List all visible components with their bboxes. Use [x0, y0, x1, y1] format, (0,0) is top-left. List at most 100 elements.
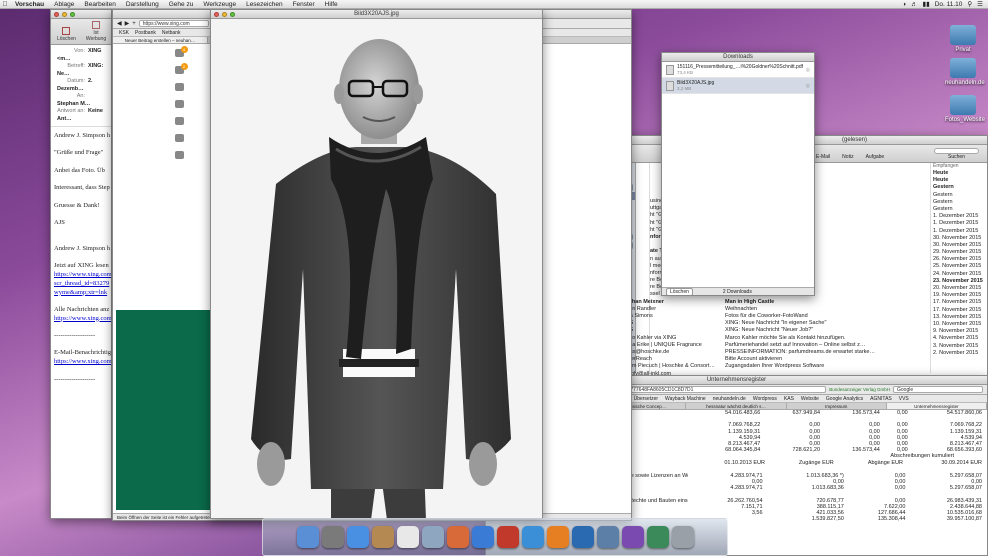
message-row[interactable]: Stephan Meixner Man in High Castle	[620, 299, 930, 306]
google-search-field[interactable]: Google	[893, 386, 983, 393]
close-button[interactable]	[214, 12, 219, 17]
inbox-icon[interactable]: 4	[174, 46, 188, 57]
message-row[interactable]: CleverReach Bitte Account aktivieren	[620, 356, 930, 363]
dock-safari-icon[interactable]	[521, 526, 544, 548]
bookmark-item[interactable]: VVS	[899, 396, 909, 402]
message-row[interactable]: XINGXING: Neue Nachricht "In eigener Sac…	[620, 320, 930, 327]
browser-tab[interactable]: Unternehmensregister	[886, 403, 987, 409]
bookmark-item[interactable]: Website	[801, 396, 819, 402]
message-sender: Stephan Meixner	[620, 298, 665, 305]
menu-gehe-zu[interactable]: Gehe zu	[164, 1, 199, 8]
volume-icon[interactable]: ♬	[911, 1, 918, 8]
bookmark-item[interactable]: Wayback Machine	[665, 396, 706, 402]
bookmark-item[interactable]: Wordpress	[753, 396, 777, 402]
body-link[interactable]: https://www.xing.com	[54, 358, 111, 367]
zoom-button[interactable]	[70, 12, 75, 17]
clear-downloads-button[interactable]: Löschen	[666, 287, 693, 295]
menu-app[interactable]: Vorschau	[10, 1, 49, 8]
clock[interactable]: Do. 11.10	[935, 1, 963, 8]
search-icon[interactable]: ⚲	[967, 0, 972, 8]
message-row[interactable]: Anna Simons Fotos für die Coworker-FotoWa…	[620, 313, 930, 320]
more-icon[interactable]	[174, 151, 184, 159]
desktop-folder-neuhandeln[interactable]: neuhandeln.de	[945, 58, 985, 86]
share-icon[interactable]	[174, 100, 184, 108]
reveal-icon[interactable]: ◎	[806, 83, 810, 89]
zoom-button[interactable]	[230, 12, 235, 17]
message-row[interactable]: s.sass@hoschke.de PRESSEINFORMATION: parf…	[620, 349, 930, 356]
dock-papierkorb-icon[interactable]	[671, 526, 694, 548]
list-icon[interactable]: ☰	[977, 0, 983, 8]
browser-tab[interactable]: Impressum	[787, 403, 887, 409]
message-row[interactable]: XINGXING: Neue Nachricht "Neuer Job?"	[620, 327, 930, 334]
bookmark-netbank[interactable]: Netbank	[162, 30, 181, 36]
menu-bearbeiten[interactable]: Bearbeiten	[79, 1, 120, 8]
dock-nvu-icon[interactable]	[621, 526, 644, 548]
desktop-folder-fotos-website[interactable]: Fotos_Website	[945, 95, 985, 123]
note-button[interactable]: Notiz	[842, 154, 853, 160]
body-link[interactable]: scr_thread_id=83279	[54, 280, 109, 289]
dock-kalender-icon[interactable]	[396, 526, 419, 548]
battery-icon[interactable]: ▮▮	[923, 0, 930, 8]
reveal-icon[interactable]: ◎	[806, 67, 810, 73]
body-link[interactable]: https://www.xing.com	[54, 315, 111, 324]
back-icon[interactable]: ◀	[117, 20, 122, 27]
menu-ablage[interactable]: Ablage	[49, 1, 79, 8]
dock-mail-icon[interactable]	[346, 526, 369, 548]
dock-firefox-icon[interactable]	[546, 526, 569, 548]
dock-vorschau-icon[interactable]	[421, 526, 444, 548]
bookmark-ksk[interactable]: KSK	[119, 30, 129, 36]
jobs-icon[interactable]	[174, 134, 184, 142]
dock-office-icon[interactable]	[496, 526, 519, 548]
close-button[interactable]	[54, 12, 59, 17]
bookmark-postbank[interactable]: Postbank	[135, 30, 156, 36]
bookmark-item[interactable]: Übersetzer	[634, 396, 658, 402]
bookmark-item[interactable]: Google Analytics	[826, 396, 863, 402]
dock-launchpad-icon[interactable]	[321, 526, 344, 548]
wifi-icon[interactable]: ◑	[902, 1, 906, 8]
dock-itunes-icon[interactable]	[471, 526, 494, 548]
minimize-button[interactable]	[62, 12, 67, 17]
menu-darstellung[interactable]: Darstellung	[121, 1, 164, 8]
bookmark-item[interactable]: AGNITAS	[870, 396, 892, 402]
desktop-folder-privat[interactable]: Privat	[945, 25, 981, 53]
browser-tab[interactable]: hessnatur wächst deutlich s…	[686, 403, 787, 409]
dock-thunderbird-icon[interactable]	[571, 526, 594, 548]
bookmark-item[interactable]: KAS	[784, 396, 794, 402]
tools-icon[interactable]	[174, 117, 184, 125]
dock-keynote-icon[interactable]	[596, 526, 619, 548]
message-row[interactable]: Martin Randler Weihnachten	[620, 306, 930, 313]
message-subject: Marco Kahler möchte Sie als Kontakt hinz…	[725, 334, 846, 341]
apple-icon[interactable]: 	[0, 1, 10, 8]
message-subject: Weihnachten	[725, 305, 758, 312]
mail-message-window: Löschen Ist Werbung Von: XING <m… Betreff:…	[50, 9, 112, 519]
dock-time-machine-icon[interactable]	[646, 526, 669, 548]
junk-button[interactable]: Ist Werbung	[86, 21, 106, 42]
url-field[interactable]: https://www.xing.com	[138, 20, 209, 27]
tab-new-post[interactable]: Neuer Beitrag erstellen – neuhan…	[113, 37, 208, 43]
menu-werkzeuge[interactable]: Werkzeuge	[198, 1, 241, 8]
dock-fotos-icon[interactable]	[446, 526, 469, 548]
body-line: Jetzt auf XING lesen	[54, 262, 109, 270]
minimize-button[interactable]	[222, 12, 227, 17]
menu-fenster[interactable]: Fenster	[288, 1, 320, 8]
forward-icon[interactable]: ▶	[125, 20, 130, 27]
add-tab-icon[interactable]: +	[132, 21, 136, 27]
download-item[interactable]: Bild3X20AJS.jpg 3,2 MB ◎	[662, 78, 814, 94]
message-row[interactable]: Marco Kahler via XING Marco Kahler möchte…	[620, 335, 930, 342]
body-link[interactable]: https://www.xing.com	[54, 271, 111, 280]
dock-kontakte-icon[interactable]	[371, 526, 394, 548]
dock-finder-icon[interactable]	[296, 526, 319, 548]
menu-hilfe[interactable]: Hilfe	[320, 1, 343, 8]
message-date: 1. Dezember 2015	[933, 227, 979, 234]
bookmark-item[interactable]: neuhandeln.de	[713, 396, 746, 402]
body-link[interactable]: wyme&amp;xtr=lnk	[54, 289, 108, 298]
menu-lesezeichen[interactable]: Lesezeichen	[241, 1, 288, 8]
download-item[interactable]: 151116_Pressemitteilung_…i%20Goldner%20S…	[662, 62, 814, 78]
message-row[interactable]: Sheila Erike | UNIQUE Fragrance Parfümeri…	[620, 342, 930, 349]
message-row[interactable]: Miriam Piecuch | Hoschke & Consort… Zugan…	[620, 363, 930, 370]
new-mail-button[interactable]: E-Mail	[816, 154, 830, 160]
contacts-icon[interactable]	[174, 83, 184, 91]
delete-button[interactable]: Löschen	[57, 27, 76, 42]
task-button[interactable]: Aufgabe	[866, 154, 885, 160]
notes-icon[interactable]: 2	[174, 63, 188, 74]
